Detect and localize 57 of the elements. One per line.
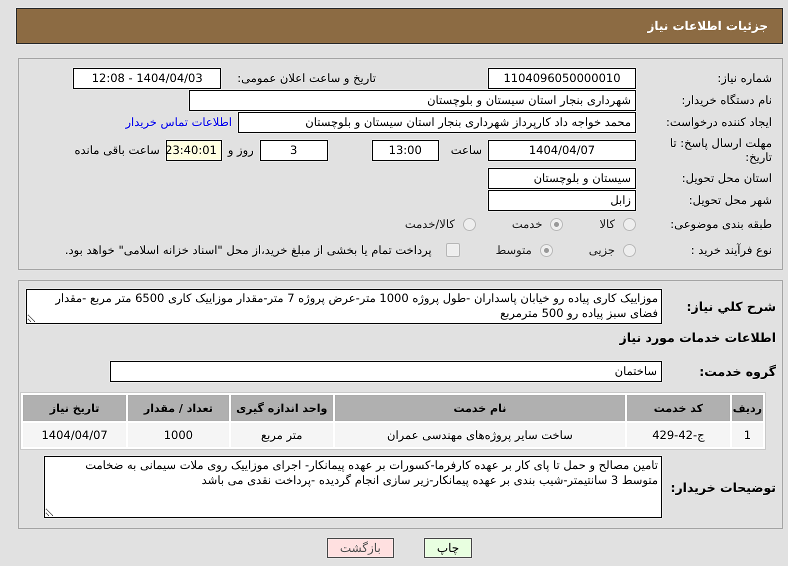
radio-button[interactable] (462, 218, 476, 230)
radio-button[interactable] (550, 218, 564, 230)
checkbox[interactable] (446, 243, 460, 257)
field-label: گروه خدمت: (698, 364, 776, 378)
payment-note: پرداخت تمام یا بخشی از مبلغ خرید،از محل "اسناد خزانه اسلامی" خواهد بود. (64, 243, 432, 257)
province-field: سیستان و بلوچستان (488, 168, 636, 188)
table-cell: 1000 (128, 423, 229, 447)
remaining-time-field: 23:40:01 (166, 140, 222, 160)
field-label: نوع فرآیند خرید : (690, 243, 772, 257)
field-label: شرح کلي نياز: (686, 299, 776, 314)
city-field: زابل (488, 190, 636, 210)
field-label: مهلت ارسال پاسخ: تا تاریخ: (668, 136, 772, 164)
field-label: طبقه بندی موضوعی: (669, 217, 772, 231)
requester-field: محمد خواجه داد کارپرداز شهرداری بنجار استان سیستان و بلوچستان (238, 112, 636, 132)
field-label: شماره نیاز: (716, 71, 772, 85)
section-title: اطلاعات خدمات مورد نياز (620, 330, 776, 344)
option-label: کالا (599, 217, 615, 231)
column-header: تعداد / مقدار (128, 395, 229, 421)
table-cell: متر مربع (230, 423, 333, 447)
field-label: شهر محل تحویل: (688, 193, 772, 207)
field-label: نام دستگاه خریدار: (680, 93, 772, 107)
days-field: 3 (260, 140, 328, 160)
description-field[interactable]: موزاییک کاری پیاده رو خیابان پاسداران -طول پروژه 1000 متر-عرض پروژه 7 متر-مقدار موزاییک کاری 6500 متر مربع -مقدار فضای سبز پیاده رو 500 مترمربع (26, 289, 662, 324)
field-label: روز و (228, 143, 254, 157)
column-header: تاریخ نیاز (23, 395, 126, 421)
radio-button[interactable] (623, 244, 636, 256)
option-label: کالا/خدمت (404, 217, 455, 231)
table-cell: ج-42-429 (626, 423, 730, 447)
field-label: توضیحات خریدار: (669, 480, 776, 494)
service-group-field: ساختمان (110, 360, 662, 382)
radio-button[interactable] (623, 218, 636, 230)
field-label: استان محل تحویل: (680, 171, 772, 185)
buyer-contact-link[interactable]: اطلاعات تماس خریدار (125, 115, 232, 129)
need-number-field: 1104096050000010 (488, 68, 636, 88)
field-label: ساعت باقی مانده (74, 143, 160, 157)
deadline-time-field: 13:00 (372, 140, 439, 160)
table-cell: 1 (732, 423, 763, 447)
table-cell: ساخت سایر پروژه‌های مهندسی عمران (334, 423, 625, 447)
back-button[interactable]: بازگشت (326, 538, 394, 558)
column-header: کد خدمت (626, 395, 730, 421)
option-label: متوسط (496, 243, 532, 257)
deadline-date-field: 1404/04/07 (488, 140, 636, 160)
buyer-field: شهرداری بنجار استان سیستان و بلوچستان (189, 90, 636, 110)
buyer-notes-field[interactable]: تامین مصالح و حمل تا پای کار بر عهده کارفرما-کسورات بر عهده پیمانکار- اجرای موزاییک روی ملات سیمانی به ضخامت متوسط 3 سانتیمتر-شیب بندی بر عهده پیمانکار-زیر سازی انجام گردیده -پرداخت نقدی می باشد (44, 456, 662, 518)
field-label: ایجاد کننده درخواست: (665, 115, 772, 129)
page-header: جزئیات اطلاعات نیاز (16, 8, 783, 44)
column-header: نام خدمت (334, 395, 625, 421)
column-header: ردیف (732, 395, 763, 421)
announce-date-field: 1404/04/03 - 12:08 (73, 68, 222, 88)
field-label: تاریخ و ساعت اعلان عمومی: (237, 71, 376, 85)
column-header: واحد اندازه گیری (230, 395, 333, 421)
table-cell: 1404/04/07 (23, 423, 126, 447)
option-label: خدمت (512, 217, 542, 231)
option-label: جزیی (588, 243, 615, 257)
print-button[interactable]: چاپ (424, 538, 472, 558)
radio-button[interactable] (540, 244, 553, 256)
field-label: ساعت (450, 143, 482, 157)
